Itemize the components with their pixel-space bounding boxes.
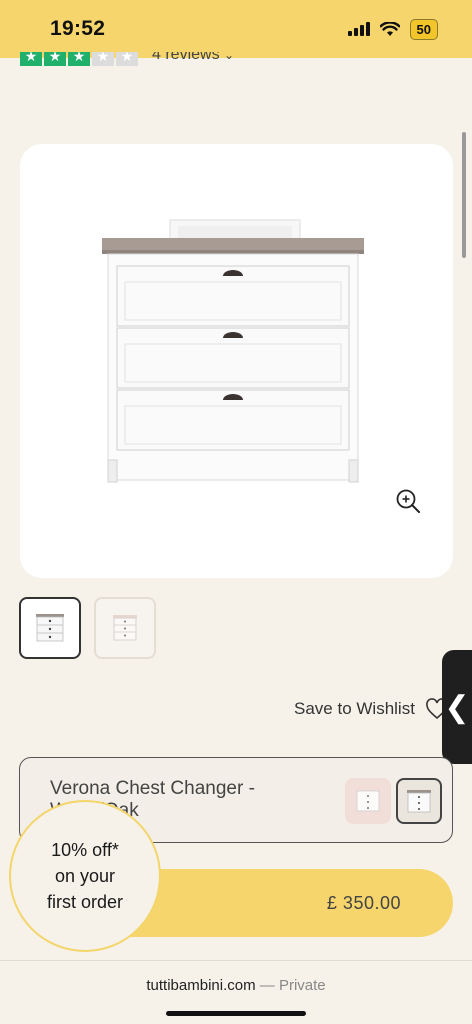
wifi-icon — [379, 21, 400, 36]
chest-thumbnail-icon — [113, 615, 137, 641]
chest-swatch-icon — [407, 790, 431, 813]
star-icon: ★ — [20, 52, 42, 66]
wishlist-label: Save to Wishlist — [294, 699, 415, 718]
private-mode-label: Private — [278, 977, 326, 994]
thumbnail-1[interactable] — [19, 597, 81, 659]
price: £ 350.00 — [326, 892, 401, 913]
page-scrollbar[interactable] — [462, 132, 466, 258]
battery-icon: 50 — [409, 18, 438, 40]
url-domain: tuttibambini.com — [146, 977, 256, 994]
save-to-wishlist[interactable]: Save to Wishlist — [294, 698, 449, 720]
status-icons: 50 — [347, 18, 438, 40]
reviews-link[interactable]: 4 reviews ⌄ — [152, 52, 234, 64]
url-separator: — — [259, 977, 275, 994]
star-empty-icon: ★ — [92, 52, 114, 66]
signal-icon — [347, 22, 370, 36]
status-bar: 19:52 50 — [0, 0, 472, 58]
variant-swatch-pink[interactable] — [345, 778, 391, 824]
reviews-summary[interactable]: ★ ★ ★ ★ ★ 4 reviews ⌄ — [20, 52, 234, 70]
variant-swatch-white-oak[interactable] — [396, 778, 442, 824]
chest-swatch-icon — [356, 790, 380, 812]
side-drawer-tab[interactable]: ❮ — [442, 650, 472, 764]
thumbnail-2[interactable] — [94, 597, 156, 659]
home-indicator[interactable] — [166, 1011, 306, 1016]
browser-url-bar[interactable]: tuttibambini.com — Private — [0, 960, 472, 1024]
star-empty-icon: ★ — [116, 52, 138, 66]
discount-line-1: 10% off* — [51, 840, 119, 860]
discount-line-3: first order — [46, 892, 124, 912]
discount-badge[interactable]: 10% off* on your first order — [9, 800, 161, 952]
reviews-count: 4 reviews — [152, 52, 220, 63]
product-image[interactable] — [20, 144, 453, 578]
clock: 19:52 — [50, 17, 106, 40]
chevron-down-icon: ⌄ — [224, 52, 235, 62]
chest-changer-image — [102, 219, 364, 483]
discount-line-2: on your — [54, 866, 116, 886]
chevron-left-icon: ❮ — [444, 690, 470, 724]
chest-thumbnail-icon — [36, 614, 64, 642]
zoom-in-icon[interactable] — [395, 488, 421, 514]
star-icon: ★ — [68, 52, 90, 66]
rating-stars: ★ ★ ★ ★ ★ — [20, 52, 138, 66]
url-display[interactable]: tuttibambini.com — Private — [146, 977, 325, 1024]
star-icon: ★ — [44, 52, 66, 66]
